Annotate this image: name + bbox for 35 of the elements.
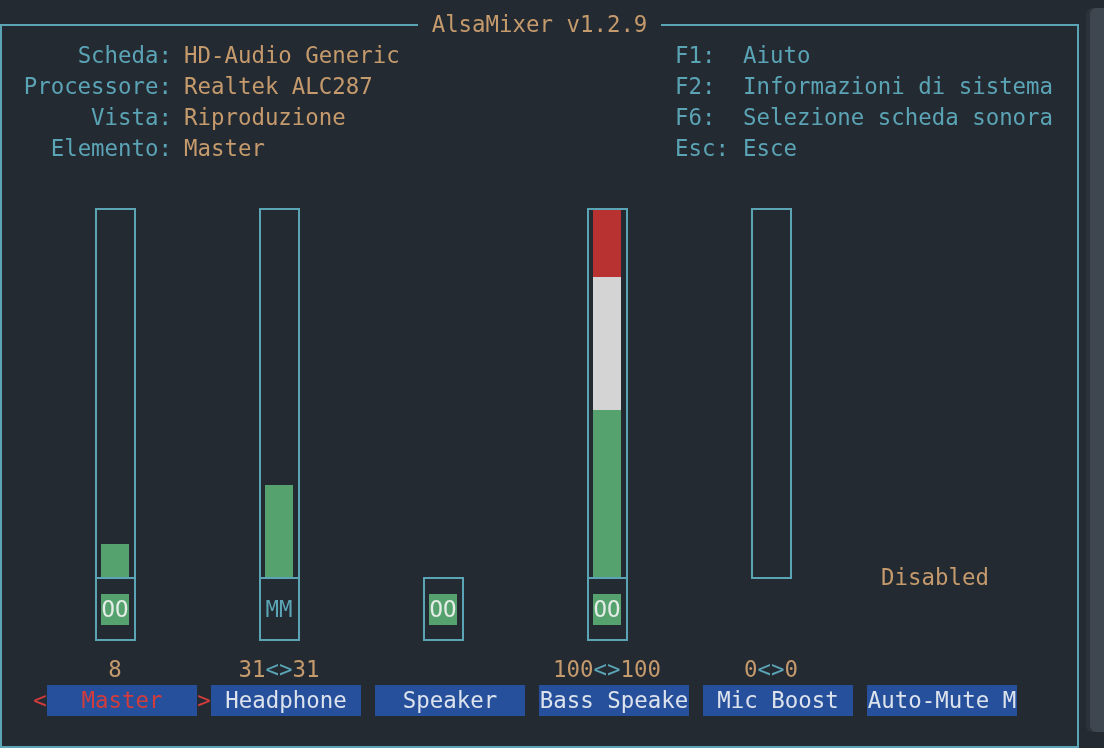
info-value: Master (184, 134, 265, 163)
window-title: AlsaMixer v1.2.9 (431, 10, 648, 39)
selection-marker: < (33, 686, 47, 715)
channel-tab[interactable]: Speaker (375, 685, 525, 716)
volume-track[interactable] (586, 208, 628, 579)
channel-tab[interactable]: Mic Boost (703, 685, 853, 716)
enum-value: Disabled (881, 563, 989, 592)
mute-switch[interactable]: MM (265, 593, 293, 625)
info-label: Scheda: (77, 41, 172, 70)
channel-value: 31<>31 (238, 655, 320, 684)
scrollbar-thumb[interactable] (1090, 8, 1104, 732)
shortcut-description: Informazioni di sistema (743, 72, 1054, 101)
info-label: Processore: (23, 72, 172, 101)
volume-track[interactable] (750, 208, 792, 579)
channel-value: 0<>0 (744, 655, 798, 684)
shortcut-description: Selezione scheda sonora (743, 103, 1054, 132)
channel-tab[interactable]: Auto-Mute M (867, 685, 1017, 716)
channel-tab[interactable]: Headphone (211, 685, 361, 716)
shortcut-key: Esc: (675, 133, 729, 164)
volume-track[interactable] (94, 208, 136, 579)
channel-tab[interactable]: Bass Speake (539, 685, 689, 716)
volume-track[interactable] (258, 208, 300, 579)
shortcut-key: F2: (675, 71, 716, 102)
shortcut-description: Aiuto (743, 41, 811, 70)
info-value: HD-Audio Generic (184, 41, 400, 70)
channel-value: 8 (108, 655, 122, 684)
shortcut-key: F1: (675, 40, 716, 71)
info-label: Elemento: (50, 134, 172, 163)
shortcut-description: Esce (743, 134, 797, 163)
channel-value: 100<>100 (553, 655, 661, 684)
shortcut-key: F6: (675, 102, 716, 133)
info-value: Realtek ALC287 (184, 72, 373, 101)
info-label: Vista: (91, 103, 172, 132)
info-value: Riproduzione (184, 103, 346, 132)
selection-marker: > (197, 686, 211, 715)
